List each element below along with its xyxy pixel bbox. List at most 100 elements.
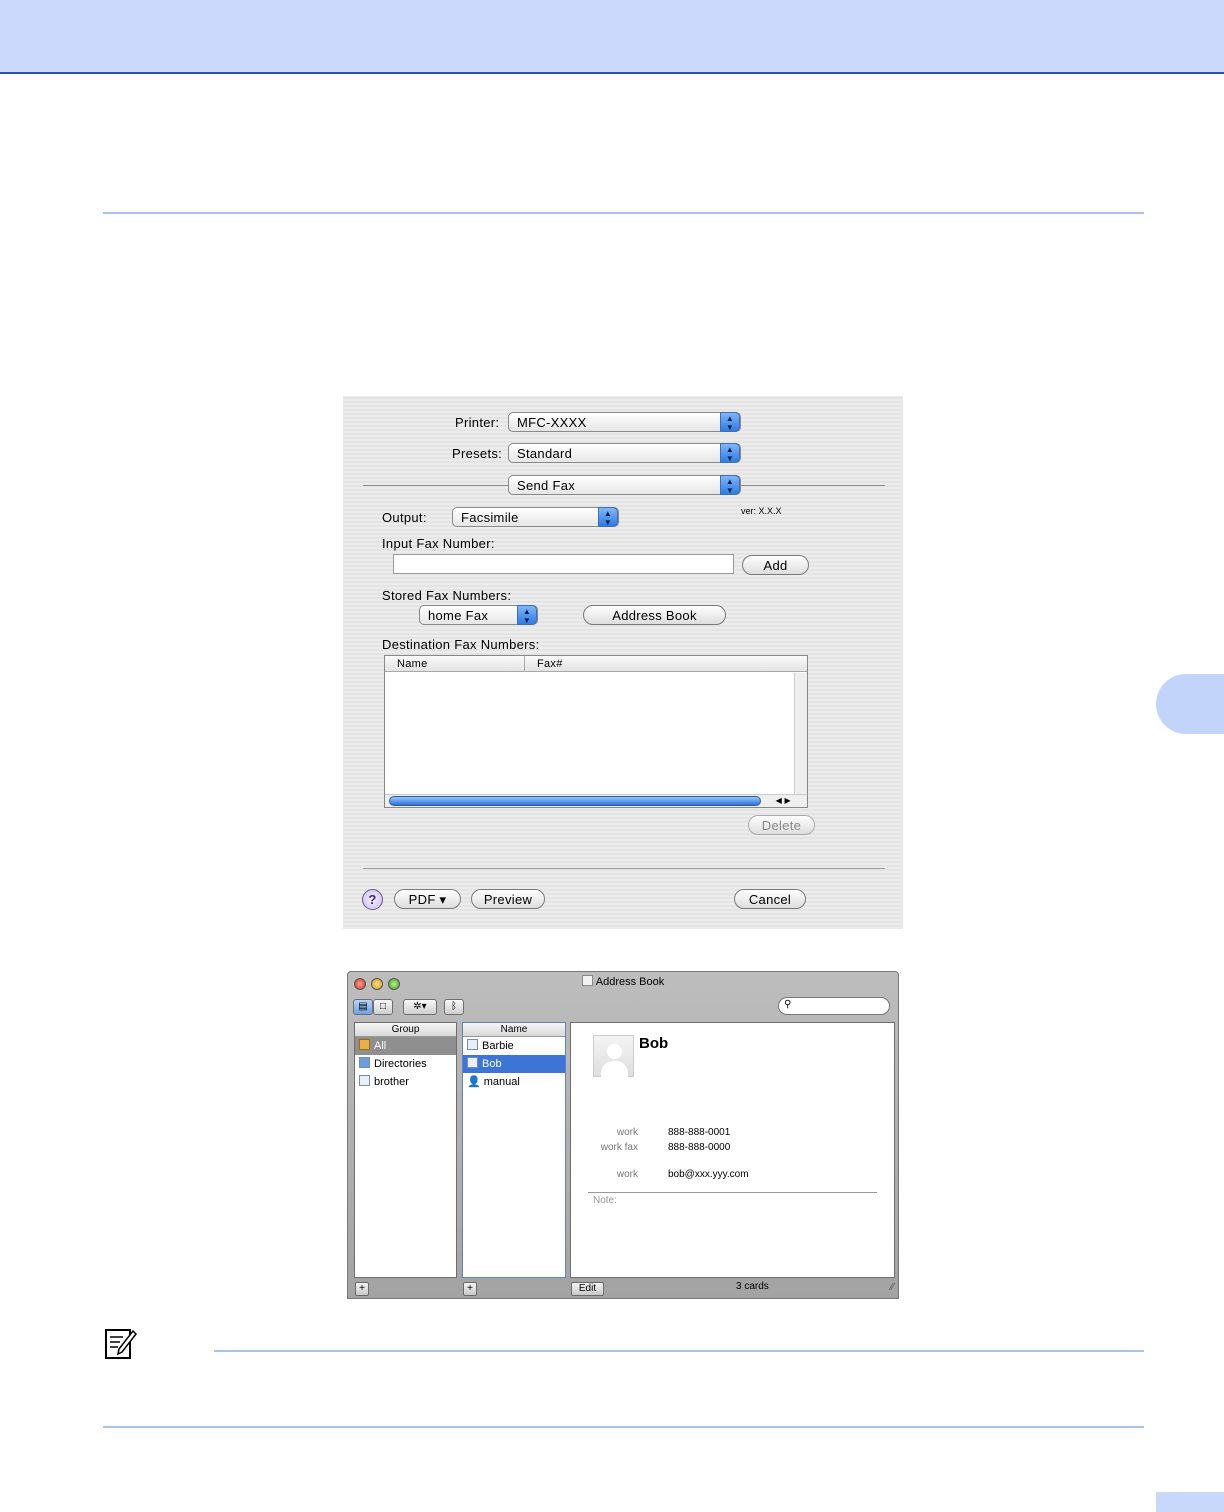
table-header: Name Fax# <box>385 656 807 672</box>
panel-divider-right <box>741 485 885 486</box>
group-item-directories[interactable]: Directories <box>355 1055 456 1073</box>
avatar[interactable] <box>593 1035 634 1077</box>
field-value-work-fax[interactable]: 888-888-0000 <box>668 1142 730 1153</box>
card-icon <box>467 1039 478 1050</box>
fax-number-input[interactable] <box>393 554 734 574</box>
popup-arrows-icon: ▲ ▼ <box>720 443 740 463</box>
note-divider <box>588 1192 877 1193</box>
chapter-tab <box>1156 674 1224 734</box>
name-pane: Name Barbie Bob 👤 manual <box>462 1022 566 1278</box>
window-title-text: Address Book <box>595 976 665 988</box>
field-value-work-email[interactable]: bob@xxx.yyy.com <box>668 1169 749 1180</box>
presets-label: Presets: <box>452 446 503 461</box>
name-item-manual[interactable]: 👤 manual <box>463 1073 565 1091</box>
plus-icon: + <box>359 1283 365 1294</box>
action-menu-button[interactable]: ✲▾ <box>403 999 437 1015</box>
name-header: Name <box>463 1023 565 1037</box>
plus-icon: + <box>467 1283 473 1294</box>
printer-label: Printer: <box>455 415 500 430</box>
columns-view-icon: ▤ <box>358 1001 368 1012</box>
print-dialog: Printer: MFC-XXXX ▲ ▼ Presets: Standard ▲… <box>343 396 903 929</box>
card-column-view-button[interactable]: ▤ <box>353 999 373 1015</box>
bluetooth-icon: ᛒ <box>451 1001 457 1012</box>
popup-arrows-icon: ▲ ▼ <box>720 475 740 495</box>
presets-popup[interactable]: Standard ▲ ▼ <box>508 443 741 463</box>
stored-fax-label: Stored Fax Numbers: <box>382 588 512 603</box>
name-item-bob[interactable]: Bob <box>463 1055 565 1073</box>
add-group-button[interactable]: + <box>355 1282 369 1296</box>
card-name: Bob <box>639 1035 669 1052</box>
note-pencil-icon <box>103 1327 137 1361</box>
address-book-button[interactable]: Address Book <box>583 605 726 625</box>
address-book-window: Address Book ▤ □ ✲▾ ᛒ ⚲ Group All Direct… <box>347 971 899 1299</box>
help-button[interactable]: ? <box>362 889 383 910</box>
output-popup[interactable]: Facsimile ▲ ▼ <box>452 507 619 527</box>
group-pane: Group All Directories brother <box>354 1022 457 1278</box>
horizontal-scrollbar[interactable]: ◀ ▶ <box>385 794 807 807</box>
destination-label: Destination Fax Numbers: <box>382 637 540 652</box>
add-button[interactable]: Add <box>742 555 809 575</box>
footer-divider <box>363 868 885 869</box>
group-item-label: All <box>374 1040 387 1052</box>
avatar-body-icon <box>601 1061 628 1077</box>
popup-arrows-icon: ▲ ▼ <box>598 507 618 527</box>
field-label-work-fax: work fax <box>600 1142 638 1153</box>
add-card-button[interactable]: + <box>463 1282 477 1296</box>
card-view-icon: □ <box>379 1001 387 1012</box>
card-count: 3 cards <box>736 1281 769 1292</box>
printer-popup[interactable]: MFC-XXXX ▲ ▼ <box>508 412 741 432</box>
version-text: ver: X.X.X <box>741 506 782 516</box>
panel-divider-left <box>363 485 508 486</box>
help-icon: ? <box>368 892 377 907</box>
section-rule-top <box>103 212 1144 214</box>
panel-value: Send Fax <box>517 478 576 493</box>
address-book-title-icon <box>581 975 593 986</box>
preview-button[interactable]: Preview <box>471 889 545 909</box>
note-rule-top <box>214 1350 1144 1352</box>
stored-fax-popup[interactable]: home Fax ▲ ▼ <box>419 605 538 625</box>
search-input[interactable] <box>797 999 885 1013</box>
name-item-barbie[interactable]: Barbie <box>463 1037 565 1055</box>
page-header-band <box>0 0 1224 74</box>
presets-value: Standard <box>517 446 573 461</box>
field-label-work-email: work <box>616 1169 638 1180</box>
scroll-thumb[interactable] <box>389 796 761 806</box>
search-field[interactable]: ⚲ <box>778 997 890 1015</box>
destination-table[interactable]: Name Fax# ◀ ▶ <box>384 655 808 808</box>
cancel-button[interactable]: Cancel <box>734 889 806 909</box>
name-item-label: Bob <box>482 1058 502 1070</box>
note-label: Note: <box>593 1195 617 1206</box>
name-item-label: manual <box>483 1076 520 1088</box>
search-icon: ⚲ <box>784 999 792 1010</box>
card-icon <box>467 1057 478 1068</box>
column-divider <box>524 656 525 672</box>
avatar-silhouette-icon <box>607 1044 622 1059</box>
pdf-menu-button[interactable]: PDF ▾ <box>394 889 461 909</box>
panel-popup[interactable]: Send Fax ▲ ▼ <box>508 475 741 495</box>
group-item-label: brother <box>374 1076 409 1088</box>
resize-grip-icon[interactable]: ⁄⁄ <box>891 1282 894 1293</box>
directory-icon <box>359 1057 370 1068</box>
group-item-brother[interactable]: brother <box>355 1073 456 1091</box>
field-value-work-phone[interactable]: 888-888-0001 <box>668 1127 730 1138</box>
scroll-arrows-icon[interactable]: ◀ ▶ <box>776 795 791 807</box>
printer-value: MFC-XXXX <box>517 415 587 430</box>
card-pane: Bob work 888-888-0001 work fax 888-888-0… <box>570 1022 895 1278</box>
name-item-label: Barbie <box>482 1040 514 1052</box>
edit-button[interactable]: Edit <box>571 1282 604 1296</box>
column-header-name[interactable]: Name <box>397 658 428 670</box>
vertical-scrollbar[interactable] <box>794 673 807 795</box>
stored-fax-value: home Fax <box>428 608 489 623</box>
group-folder-icon <box>359 1039 370 1050</box>
gear-icon: ✲▾ <box>413 1001 427 1012</box>
column-header-fax[interactable]: Fax# <box>537 658 563 670</box>
group-item-all[interactable]: All <box>355 1037 456 1055</box>
popup-arrows-icon: ▲ ▼ <box>720 412 740 432</box>
card-only-view-button[interactable]: □ <box>373 999 393 1015</box>
group-item-label: Directories <box>374 1058 427 1070</box>
delete-button[interactable]: Delete <box>748 815 815 835</box>
output-label: Output: <box>382 510 427 525</box>
window-title: Address Book <box>348 975 898 988</box>
input-fax-label: Input Fax Number: <box>382 536 495 551</box>
bluetooth-button[interactable]: ᛒ <box>444 999 464 1015</box>
